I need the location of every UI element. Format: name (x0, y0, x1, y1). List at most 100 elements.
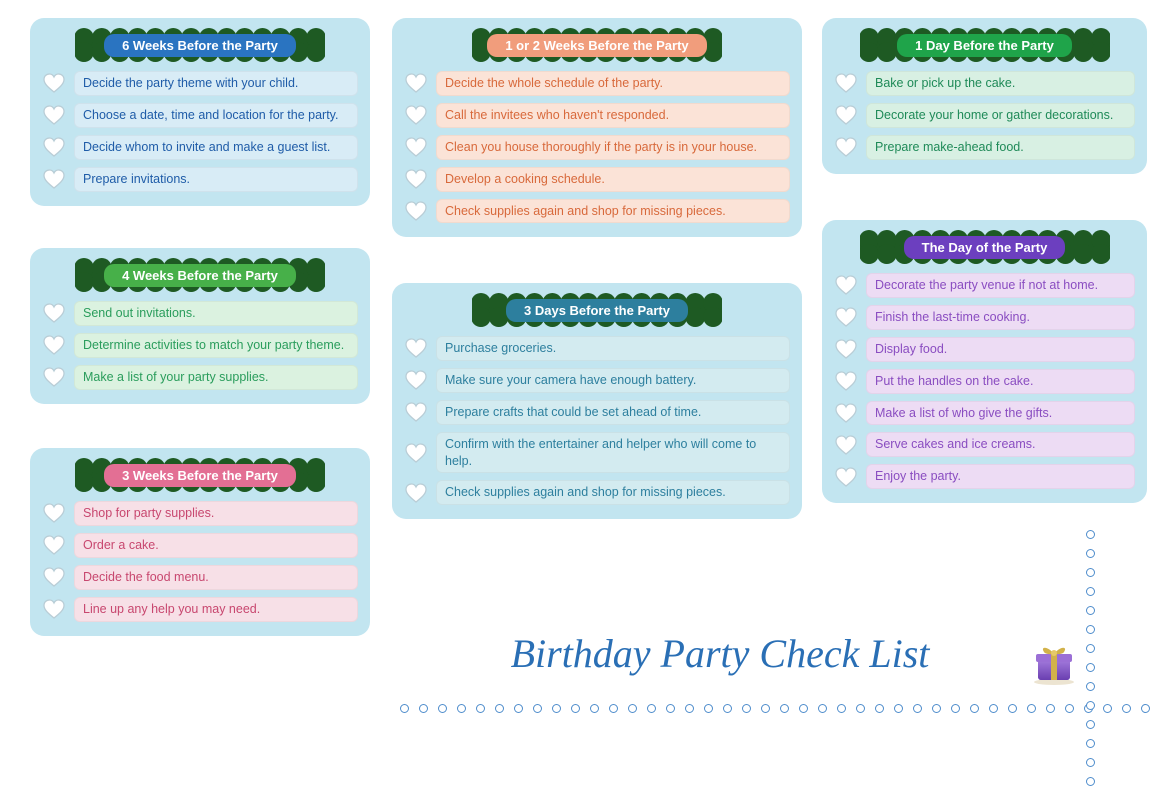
card-badge: 3 Weeks Before the Party (75, 458, 325, 492)
card-title: 6 Weeks Before the Party (104, 34, 296, 57)
bead-icon (685, 704, 694, 713)
bead-icon (1086, 587, 1095, 596)
checklist-item: Decide the food menu. (74, 565, 358, 590)
bead-icon (913, 704, 922, 713)
heart-icon[interactable] (404, 442, 428, 464)
heart-icon[interactable] (404, 401, 428, 423)
checklist-item: Make sure your camera have enough batter… (436, 368, 790, 393)
heart-icon[interactable] (404, 136, 428, 158)
heart-icon[interactable] (42, 72, 66, 94)
decorative-beads-vertical (1084, 530, 1096, 790)
bead-icon (951, 704, 960, 713)
bead-icon (552, 704, 561, 713)
checklist-row: Make sure your camera have enough batter… (404, 368, 790, 393)
heart-icon[interactable] (404, 482, 428, 504)
heart-icon[interactable] (834, 274, 858, 296)
heart-icon[interactable] (42, 366, 66, 388)
heart-icon[interactable] (834, 370, 858, 392)
bead-icon (590, 704, 599, 713)
card-title: The Day of the Party (904, 236, 1066, 259)
checklist-row: Decorate the party venue if not at home. (834, 273, 1135, 298)
bead-icon (1046, 704, 1055, 713)
heart-icon[interactable] (404, 369, 428, 391)
heart-icon[interactable] (404, 168, 428, 190)
checklist-row: Serve cakes and ice creams. (834, 432, 1135, 457)
checklist-row: Decide the whole schedule of the party. (404, 71, 790, 96)
decorative-beads-horizontal (400, 702, 1160, 714)
bead-icon (571, 704, 580, 713)
heart-icon[interactable] (834, 306, 858, 328)
heart-icon[interactable] (42, 136, 66, 158)
heart-icon[interactable] (42, 534, 66, 556)
bead-icon (476, 704, 485, 713)
checklist-row: Line up any help you may need. (42, 597, 358, 622)
bead-icon (742, 704, 751, 713)
bead-icon (1086, 644, 1095, 653)
checklist-item: Decorate your home or gather decorations… (866, 103, 1135, 128)
card-badge: 4 Weeks Before the Party (75, 258, 325, 292)
bead-icon (970, 704, 979, 713)
bead-icon (894, 704, 903, 713)
heart-icon[interactable] (42, 302, 66, 324)
heart-icon[interactable] (834, 466, 858, 488)
checklist-row: Make a list of your party supplies. (42, 365, 358, 390)
checklist-item: Enjoy the party. (866, 464, 1135, 489)
bead-icon (1086, 625, 1095, 634)
card-title: 1 Day Before the Party (897, 34, 1072, 57)
checklist-row: Make a list of who give the gifts. (834, 401, 1135, 426)
heart-icon[interactable] (834, 434, 858, 456)
checklist-item: Clean you house thoroughly if the party … (436, 135, 790, 160)
bead-icon (1122, 704, 1131, 713)
card-badge: The Day of the Party (860, 230, 1110, 264)
checklist-card-c4: 3 Days Before the Party Purchase groceri… (392, 283, 802, 519)
heart-icon[interactable] (42, 168, 66, 190)
bead-icon (932, 704, 941, 713)
bead-icon (723, 704, 732, 713)
bead-icon (628, 704, 637, 713)
bead-icon (818, 704, 827, 713)
heart-icon[interactable] (404, 72, 428, 94)
checklist-row: Choose a date, time and location for the… (42, 103, 358, 128)
bead-icon (1086, 530, 1095, 539)
checklist-row: Check supplies again and shop for missin… (404, 199, 790, 224)
bead-icon (419, 704, 428, 713)
heart-icon[interactable] (834, 136, 858, 158)
heart-icon[interactable] (42, 334, 66, 356)
card-title: 3 Days Before the Party (506, 299, 688, 322)
bead-icon (1086, 606, 1095, 615)
card-badge: 3 Days Before the Party (472, 293, 722, 327)
heart-icon[interactable] (834, 104, 858, 126)
heart-icon[interactable] (834, 72, 858, 94)
bead-icon (837, 704, 846, 713)
bead-icon (780, 704, 789, 713)
checklist-item: Choose a date, time and location for the… (74, 103, 358, 128)
checklist-item: Order a cake. (74, 533, 358, 558)
heart-icon[interactable] (404, 200, 428, 222)
bead-icon (457, 704, 466, 713)
checklist-row: Send out invitations. (42, 301, 358, 326)
bead-icon (1086, 758, 1095, 767)
checklist-item: Check supplies again and shop for missin… (436, 480, 790, 505)
checklist-row: Enjoy the party. (834, 464, 1135, 489)
heart-icon[interactable] (834, 402, 858, 424)
page-title: Birthday Party Check List (511, 631, 930, 676)
heart-icon[interactable] (42, 502, 66, 524)
checklist-item: Purchase groceries. (436, 336, 790, 361)
checklist-item: Make a list of who give the gifts. (866, 401, 1135, 426)
checklist-card-c1: 4 Weeks Before the Party Send out invita… (30, 248, 370, 404)
heart-icon[interactable] (42, 566, 66, 588)
checklist-item: Shop for party supplies. (74, 501, 358, 526)
heart-icon[interactable] (42, 104, 66, 126)
bead-icon (1086, 682, 1095, 691)
checklist-row: Prepare make-ahead food. (834, 135, 1135, 160)
heart-icon[interactable] (404, 104, 428, 126)
card-badge: 1 or 2 Weeks Before the Party (472, 28, 722, 62)
heart-icon[interactable] (834, 338, 858, 360)
heart-icon[interactable] (404, 337, 428, 359)
bead-icon (400, 704, 409, 713)
checklist-row: Bake or pick up the cake. (834, 71, 1135, 96)
checklist-item: Call the invitees who haven't responded. (436, 103, 790, 128)
heart-icon[interactable] (42, 598, 66, 620)
bead-icon (1027, 704, 1036, 713)
checklist-item: Put the handles on the cake. (866, 369, 1135, 394)
